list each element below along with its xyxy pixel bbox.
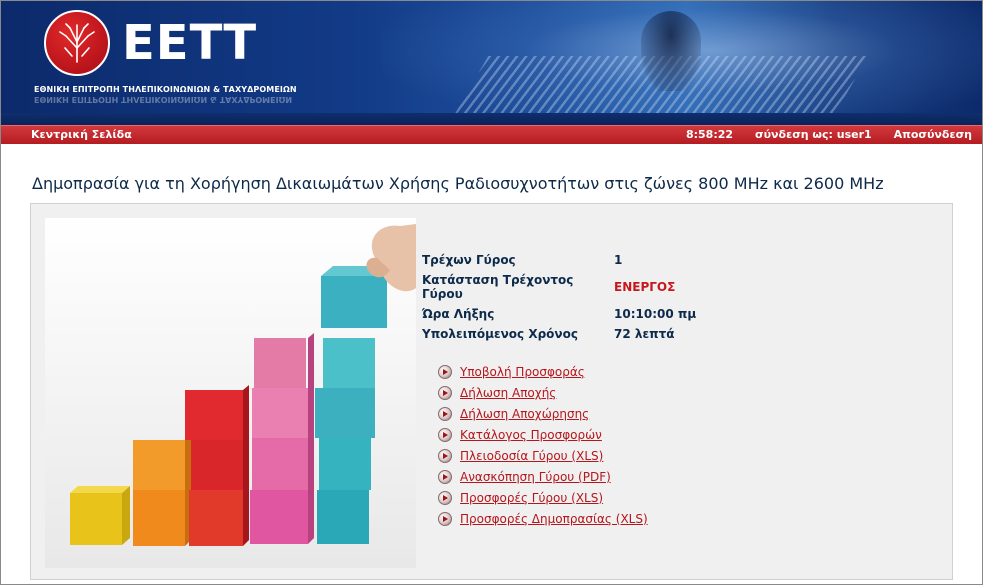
nav-right-group: 8:58:22 σύνδεση ως: user1 Αποσύνδεση [686,127,972,143]
logout-link[interactable]: Αποσύνδεση [894,127,972,143]
menu-item-round-review: Ανασκόπηση Γύρου (PDF) [438,466,648,487]
info-row-status: Κατάσταση Τρέχοντος Γύρου ΕΝΕΡΓΟΣ [422,270,696,304]
auction-bids-link[interactable]: Προσφορές Δημοπρασίας (XLS) [460,512,648,526]
menu-item-withdraw: Δήλωση Αποχώρησης [438,403,648,424]
bid-list-link[interactable]: Κατάλογος Προσφορών [460,428,602,442]
menu-item-round-high-bids: Πλειοδοσία Γύρου (XLS) [438,445,648,466]
withdraw-link[interactable]: Δήλωση Αποχώρησης [460,407,589,421]
submit-bid-link[interactable]: Υποβολή Προσφοράς [460,365,585,379]
round-high-bids-link[interactable]: Πλειοδοσία Γύρου (XLS) [460,449,603,463]
header-banner: ΕΕΤΤ ΕΘΝΙΚΗ ΕΠΙΤΡΟΠΗ ΤΗΛΕΠΙΚΟΙΝΩΝΙΩΝ & Τ… [1,1,982,125]
current-round-value: 1 [614,253,623,267]
info-row-current-round: Τρέχων Γύρος 1 [422,250,696,270]
arrow-bullet-icon [438,427,452,442]
arrow-bullet-icon [438,511,452,526]
top-nav-bar: Κεντρική Σελίδα 8:58:22 σύνδεση ως: user… [1,125,982,144]
current-round-label: Τρέχων Γύρος [422,253,516,267]
arrow-bullet-icon [438,406,452,421]
menu-item-round-bids: Προσφορές Γύρου (XLS) [438,487,648,508]
menu-item-bid-list: Κατάλογος Προσφορών [438,424,648,445]
arrow-bullet-icon [438,448,452,463]
arrow-bullet-icon [438,385,452,400]
menu-item-auction-bids: Προσφορές Δημοπρασίας (XLS) [438,508,648,529]
home-link[interactable]: Κεντρική Σελίδα [31,127,132,143]
action-menu: Υποβολή Προσφοράς Δήλωση Αποχής Δήλωση Α… [438,361,648,529]
logged-in-user: σύνδεση ως: user1 [755,128,872,141]
arrow-bullet-icon [438,490,452,505]
end-time-label: Ώρα Λήξης [422,307,495,321]
round-bids-link[interactable]: Προσφορές Γύρου (XLS) [460,491,603,505]
page-title: Δημοπρασία για τη Χορήγηση Δικαιωμάτων Χ… [32,174,884,193]
stacked-cubes-image [45,218,416,568]
logo-tree-icon [44,10,110,76]
round-info-table: Τρέχων Γύρος 1 Κατάσταση Τρέχοντος Γύρου… [422,250,696,344]
clock-time: 8:58:22 [685,128,734,141]
arrow-bullet-icon [438,469,452,484]
menu-item-submit-bid: Υποβολή Προσφοράς [438,361,648,382]
logo-text: ΕΕΤΤ [122,15,258,71]
auction-panel: Τρέχων Γύρος 1 Κατάσταση Τρέχοντος Γύρου… [30,203,953,580]
abstain-link[interactable]: Δήλωση Αποχής [460,386,556,400]
status-label: Κατάσταση Τρέχοντος Γύρου [422,273,574,301]
remaining-label: Υπολειπόμενος Χρόνος [422,327,578,341]
menu-item-abstain: Δήλωση Αποχής [438,382,648,403]
status-value: ΕΝΕΡΓΟΣ [614,280,676,294]
org-name: ΕΘΝΙΚΗ ΕΠΙΤΡΟΠΗ ΤΗΛΕΠΙΚΟΙΝΩΝΙΩΝ & ΤΑΧΥΔΡ… [34,85,297,94]
info-row-end-time: Ώρα Λήξης 10:10:00 πμ [422,304,696,324]
end-time-value: 10:10:00 πμ [614,307,697,321]
org-name-reflection: ΕΘΝΙΚΗ ΕΠΙΤΡΟΠΗ ΤΗΛΕΠΙΚΟΙΝΩΝΙΩΝ & ΤΑΧΥΔΡ… [34,95,293,104]
banner-bottom-strip [1,113,982,125]
banner-photo [641,11,701,91]
round-review-link[interactable]: Ανασκόπηση Γύρου (PDF) [460,470,611,484]
arrow-bullet-icon [438,364,452,379]
info-row-remaining: Υπολειπόμενος Χρόνος 72 λεπτά [422,324,696,344]
remaining-value: 72 λεπτά [614,327,675,341]
